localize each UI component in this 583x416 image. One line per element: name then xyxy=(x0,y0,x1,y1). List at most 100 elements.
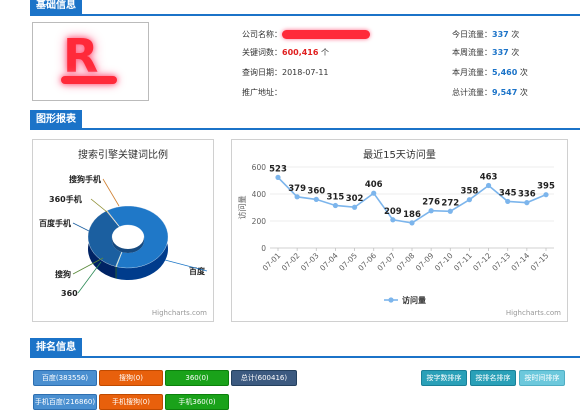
logo-underline xyxy=(61,76,117,84)
pie-label-百度: 百度 xyxy=(189,266,206,276)
x-tick-label: 07-05 xyxy=(337,251,359,273)
line-data-label: 209 xyxy=(384,207,402,217)
pie-chart: 百度 搜狗 360 百度手机 360手机 搜狗手机 xyxy=(39,174,208,298)
pie-label-360: 360 xyxy=(61,289,78,298)
today-value: 337 xyxy=(492,30,509,39)
line-data-label: 463 xyxy=(480,172,498,182)
keyword-unit: 个 xyxy=(318,48,329,57)
total-unit: 次 xyxy=(517,88,528,97)
x-tick-label: 07-04 xyxy=(318,251,340,273)
line-data-label: 379 xyxy=(288,184,306,194)
x-tick-label: 07-11 xyxy=(452,251,474,273)
total-label: 总计流量： xyxy=(452,88,492,97)
x-tick-label: 07-03 xyxy=(299,251,321,273)
x-tick-label: 07-06 xyxy=(356,251,378,273)
x-tick-label: 07-09 xyxy=(414,251,436,273)
month-row: 本月流量：5,460 次 xyxy=(452,67,528,78)
basic-info-header: 基础信息 xyxy=(30,0,580,16)
y-tick-label: 600 xyxy=(252,163,267,172)
line-point[interactable] xyxy=(371,190,377,196)
pie-connector xyxy=(102,178,120,207)
charts-tab: 图形报表 xyxy=(30,110,82,130)
ranking-tab: 排名信息 xyxy=(30,338,82,358)
y-tick-label: 400 xyxy=(252,190,267,199)
query-date-value: 2018-07-11 xyxy=(282,68,329,77)
line-data-label: 302 xyxy=(346,194,364,204)
basic-info-tab: 基础信息 xyxy=(30,0,82,16)
week-row: 本周流量：337 次 xyxy=(452,47,519,58)
line-data-label: 360 xyxy=(307,186,325,196)
x-tick-label: 07-10 xyxy=(433,251,455,273)
line-point[interactable] xyxy=(505,198,511,205)
total-value: 9,547 xyxy=(492,88,518,97)
ranking-header: 排名信息 xyxy=(30,336,580,358)
week-label: 本周流量： xyxy=(452,48,492,57)
so360-rank-button[interactable]: 360(0) xyxy=(165,370,229,386)
line-point[interactable] xyxy=(275,174,281,180)
line-point[interactable] xyxy=(313,196,319,202)
legend-label[interactable]: 访问量 xyxy=(402,295,426,305)
pie-chart-panel: 搜索引擎关键词比例 百度 搜狗 360 百度手机 360手机 搜狗手机 Highchart… xyxy=(32,139,214,322)
keyword-value: 600,416 xyxy=(282,48,319,57)
week-value: 337 xyxy=(492,48,509,57)
today-row: 今日流量：337 次 xyxy=(452,29,519,40)
promo-label: 推广地址： xyxy=(242,88,282,97)
legend-marker xyxy=(388,297,394,303)
charts-header: 图形报表 xyxy=(30,108,580,130)
total-rank-button[interactable]: 总计(600416) xyxy=(231,370,297,386)
keyword-label: 关键词数： xyxy=(242,48,282,57)
pie-connector xyxy=(164,259,208,272)
pie-label-搜狗: 搜狗 xyxy=(55,269,71,279)
line-point[interactable] xyxy=(524,200,530,206)
x-tick-label: 07-12 xyxy=(471,251,493,273)
line-point[interactable] xyxy=(409,220,415,226)
mobile-sogou-rank-button[interactable]: 手机搜狗(0) xyxy=(99,394,163,410)
promo-row: 推广地址： xyxy=(242,87,282,98)
company-row: 公司名称： xyxy=(242,29,370,40)
line-point[interactable] xyxy=(447,208,453,214)
pie-credit: Highcharts.com xyxy=(151,309,207,317)
x-tick-label: 07-13 xyxy=(490,251,512,273)
mobile-360-rank-button[interactable]: 手机360(0) xyxy=(165,394,229,410)
month-value: 5,460 xyxy=(492,68,518,77)
line-data-label: 406 xyxy=(365,180,383,190)
line-data-label: 336 xyxy=(518,190,536,200)
pie-label-百度手机: 百度手机 xyxy=(39,218,71,228)
y-tick-label: 200 xyxy=(252,217,267,226)
x-tick-label: 07-02 xyxy=(280,251,302,273)
line-data-label: 272 xyxy=(441,198,459,208)
line-chart: 0200400600访问量07-0107-0207-0307-0407-0507… xyxy=(237,163,555,305)
sort-by-time-button[interactable]: 按时间排序 xyxy=(519,370,565,386)
x-tick-label: 07-08 xyxy=(395,251,417,273)
query-date-row: 查询日期：2018-07-11 xyxy=(242,67,329,78)
sogou-rank-button[interactable]: 搜狗(0) xyxy=(99,370,163,386)
sort-by-rank-button[interactable]: 按排名排序 xyxy=(470,370,516,386)
logo-mark: R xyxy=(63,29,99,83)
company-label: 公司名称： xyxy=(242,30,282,39)
mobile-baidu-rank-button[interactable]: 手机百度(216860) xyxy=(33,394,97,410)
keyword-row: 关键词数：600,416 个 xyxy=(242,47,329,58)
line-data-label: 395 xyxy=(537,182,555,192)
week-unit: 次 xyxy=(508,48,520,57)
line-data-label: 523 xyxy=(269,164,287,174)
line-point[interactable] xyxy=(294,194,300,200)
pie-connector xyxy=(72,222,92,233)
x-tick-label: 07-15 xyxy=(529,251,551,273)
today-unit: 次 xyxy=(508,30,520,39)
line-point[interactable] xyxy=(543,192,549,198)
line-point[interactable] xyxy=(466,197,473,203)
pie-connector xyxy=(77,261,102,294)
line-point[interactable] xyxy=(390,217,396,223)
query-date-label: 查询日期： xyxy=(242,68,282,77)
line-point[interactable] xyxy=(351,204,358,210)
pie-connector xyxy=(90,198,108,213)
line-data-label: 186 xyxy=(403,210,421,220)
line-point[interactable] xyxy=(332,202,339,209)
company-logo: R xyxy=(32,22,149,101)
line-point[interactable] xyxy=(485,182,492,189)
month-unit: 次 xyxy=(517,68,528,77)
line-point[interactable] xyxy=(428,208,434,214)
baidu-rank-button[interactable]: 百度(383556) xyxy=(33,370,97,386)
sort-by-length-button[interactable]: 按字数排序 xyxy=(421,370,467,386)
x-tick-label: 07-14 xyxy=(509,251,531,273)
